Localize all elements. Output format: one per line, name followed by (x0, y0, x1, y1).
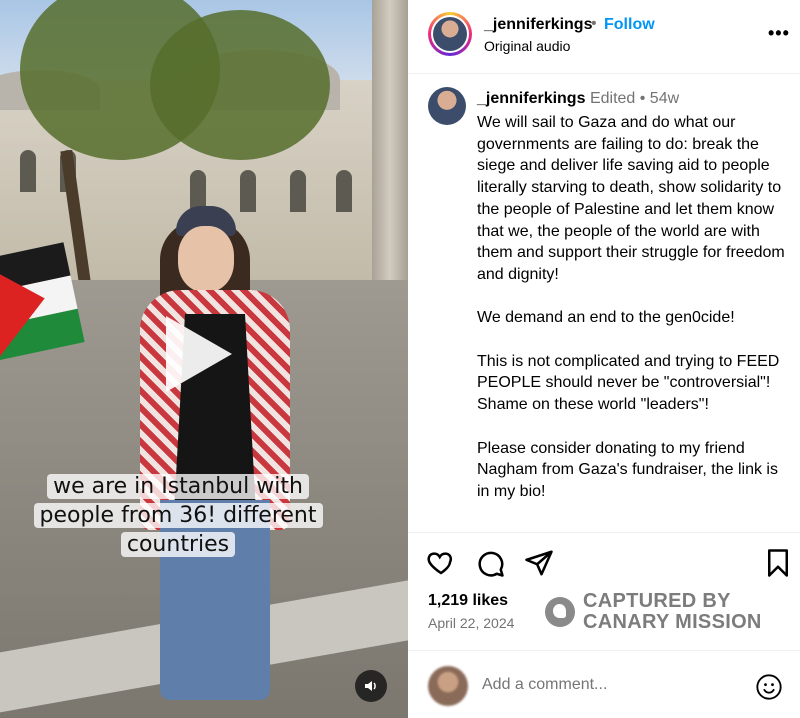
avatar[interactable] (428, 12, 472, 56)
audio-label[interactable]: Original audio (484, 38, 570, 54)
more-options-icon[interactable]: ••• (768, 24, 790, 42)
caption-line: we are in Istanbul with (47, 474, 309, 499)
play-icon[interactable] (166, 316, 232, 392)
caption-line: countries (120, 532, 236, 557)
video-player[interactable]: we are in Istanbul with people from 36! … (0, 0, 408, 718)
caption-paragraph: We demand an end to the gen0cide! (477, 309, 735, 327)
post-panel: _jenniferkings • Follow Original audio •… (408, 0, 800, 718)
post-header: _jenniferkings • Follow Original audio •… (408, 0, 800, 74)
watermark-line: CANARY MISSION (583, 611, 762, 633)
action-bar (408, 548, 800, 584)
smiley-icon[interactable] (755, 673, 783, 701)
face (178, 226, 234, 292)
video-caption: we are in Istanbul with people from 36! … (28, 472, 328, 559)
post-caption: We will sail to Gaza and do what our gov… (477, 112, 787, 524)
current-user-avatar (428, 666, 468, 706)
caption-paragraph: Please consider donating to my friend Na… (477, 439, 778, 500)
separator-dot: • (591, 15, 597, 32)
header-username[interactable]: _jenniferkings (484, 16, 592, 34)
comment-icon[interactable] (475, 548, 505, 578)
caption-line: people from 36! different (33, 503, 323, 528)
caption-paragraph: We will sail to Gaza and do what our gov… (477, 114, 785, 283)
divider (408, 532, 800, 533)
watermark-line: CAPTURED BY (583, 590, 731, 612)
caption-paragraph: This is not complicated and trying to FE… (477, 352, 780, 414)
likes-count[interactable]: 1,219 likes (428, 592, 508, 610)
divider (408, 650, 800, 651)
heart-icon[interactable] (426, 548, 456, 578)
caption-username[interactable]: _jenniferkings (477, 90, 585, 107)
follow-button[interactable]: Follow (604, 16, 655, 34)
caption-avatar[interactable] (428, 87, 466, 125)
minaret (372, 0, 408, 300)
post-date[interactable]: April 22, 2024 (428, 615, 514, 631)
person (120, 200, 320, 718)
share-icon[interactable] (524, 548, 554, 578)
canary-mission-logo (545, 597, 575, 627)
watermark: CAPTURED BY CANARY MISSION (583, 591, 762, 633)
caption-meta: Edited • 54w (589, 90, 680, 107)
speaker-icon[interactable] (355, 670, 387, 702)
caption-header: _jenniferkings Edited • 54w (477, 90, 679, 108)
bookmark-icon[interactable] (763, 548, 793, 578)
comment-input[interactable] (482, 676, 742, 694)
